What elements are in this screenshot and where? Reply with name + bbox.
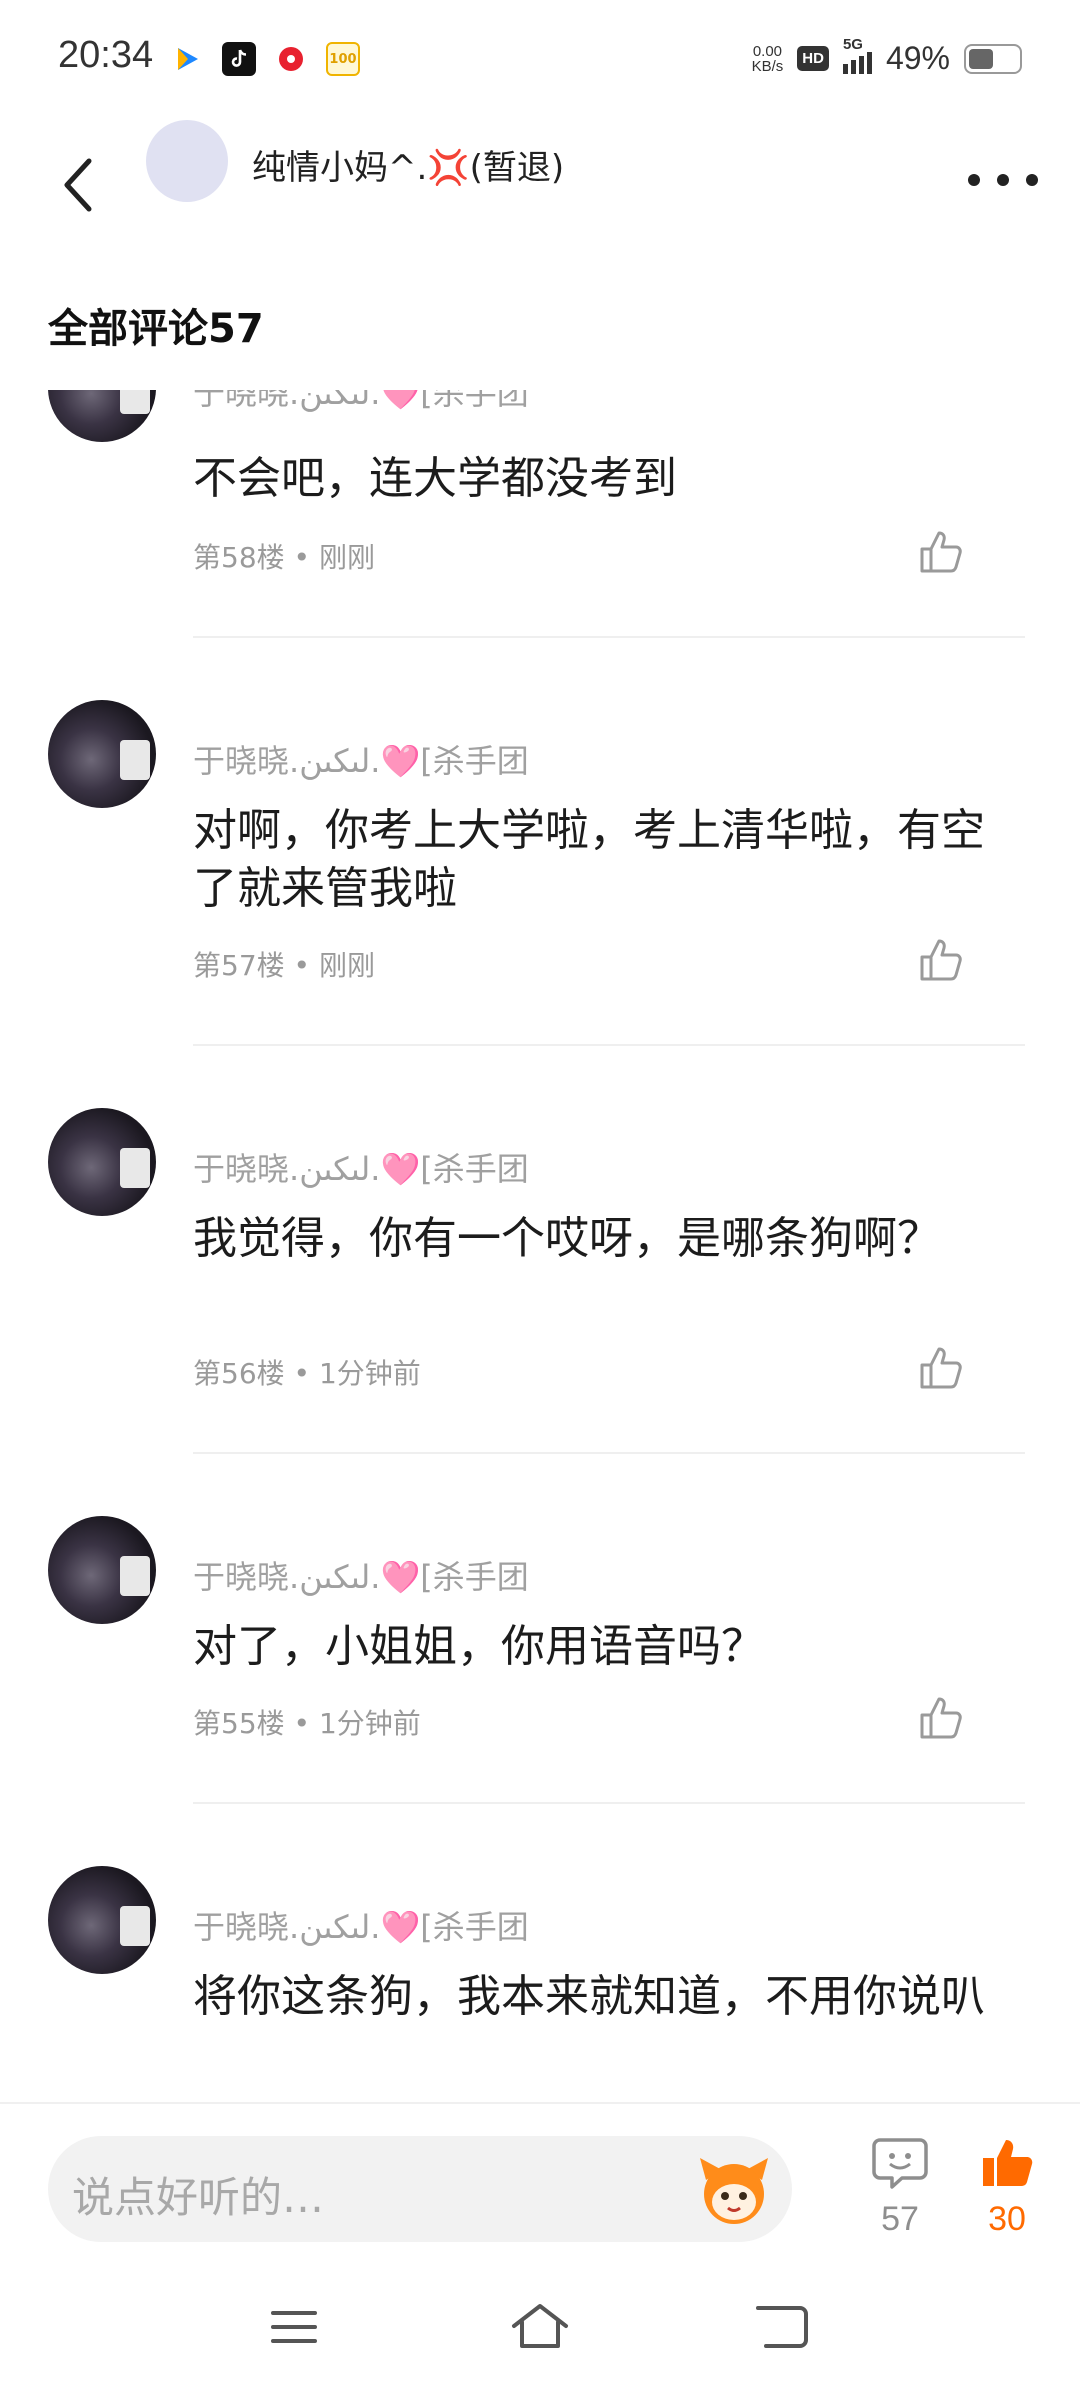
comment-meta: 第55楼 • 1分钟前 [193, 1707, 421, 1740]
comment-text: 对啊，你考上大学啦，考上清华啦，有空了就来管我啦 [193, 805, 985, 914]
hd-badge: HD [797, 46, 829, 71]
like-button[interactable] [912, 522, 972, 582]
music-app-icon [274, 42, 308, 76]
author-name[interactable]: 纯情小妈^.💢(暂退) [252, 140, 564, 189]
battery-percent: 49% [885, 40, 950, 76]
commenter-name[interactable]: 于晓晓.لىكىن.🩷[杀手团 [193, 390, 529, 414]
comment-meta: 第57楼 • 刚刚 [193, 949, 375, 982]
menu-icon [271, 2311, 317, 2343]
input-placeholder: 说点好听的… [72, 2173, 325, 2222]
divider [193, 636, 1025, 638]
like-count: 30 [988, 2200, 1026, 2238]
commenter-avatar[interactable] [48, 1866, 156, 1974]
post-like-button[interactable]: 30 [972, 2136, 1042, 2239]
comment-text: 我觉得，你有一个哎呀，是哪条狗啊？ [193, 1213, 941, 1264]
back-arrow-icon [64, 158, 92, 212]
status-bar: 20:34 100 0.00 KB/s HD 5G 49% [0, 0, 1080, 120]
dot-icon [1026, 174, 1038, 186]
commenter-name[interactable]: 于晓晓.لىكىن.🩷[杀手团 [193, 1552, 529, 1598]
commenter-avatar[interactable] [48, 1516, 156, 1624]
post-header: 纯情小妈^.💢(暂退) [0, 120, 1080, 270]
commenter-avatar[interactable] [48, 390, 156, 442]
status-time: 20:34 [58, 34, 154, 76]
comment-count: 57 [881, 2200, 919, 2238]
like-button[interactable] [912, 930, 972, 990]
home-button[interactable] [500, 2292, 580, 2362]
like-button[interactable] [912, 1688, 972, 1748]
commenter-name[interactable]: 于晓晓.لىكىن.🩷[杀手团 [193, 1902, 529, 1948]
notification-icons: 100 [170, 42, 360, 76]
mascot-emoji-icon[interactable] [694, 2150, 774, 2230]
comment-text: 将你这条狗，我本来就知道，不用你说叭 [193, 1971, 985, 2022]
divider [193, 1802, 1025, 1804]
commenter-name[interactable]: 于晓晓.لىكىن.🩷[杀手团 [193, 1144, 529, 1190]
back-button[interactable] [48, 140, 108, 230]
thumbs-up-filled-icon [983, 2140, 1033, 2186]
divider [193, 1452, 1025, 1454]
signal-icon: 5G [842, 36, 872, 74]
home-icon [512, 2304, 568, 2348]
thumbs-up-icon [920, 531, 962, 573]
system-navigation-bar [0, 2262, 1080, 2400]
comment-text: 对了，小姐姐，你用语音吗？ [193, 1621, 765, 1672]
menu-button[interactable] [254, 2292, 334, 2362]
divider [193, 1044, 1025, 1046]
commenter-avatar[interactable] [48, 700, 156, 808]
app-100-icon: 100 [326, 42, 360, 76]
dot-icon [997, 174, 1009, 186]
thumbs-up-icon [920, 1347, 962, 1389]
commenter-name[interactable]: 于晓晓.لىكىن.🩷[杀手团 [193, 736, 529, 782]
comment-input-bar: 说点好听的… 57 30 [0, 2102, 1080, 2262]
net-speed: 0.00 KB/s [751, 42, 784, 75]
comment-bubble-icon [872, 2138, 928, 2189]
comment-list[interactable]: 于晓晓.لىكىن.🩷[杀手团 不会吧，连大学都没考到 第58楼 • 刚刚 于晓… [0, 390, 1080, 2102]
return-icon [756, 2306, 808, 2348]
comments-button[interactable]: 57 [868, 2136, 932, 2239]
commenter-avatar[interactable] [48, 1108, 156, 1216]
back-nav-button[interactable] [742, 2292, 822, 2362]
tiktok-icon [222, 42, 256, 76]
dot-icon [968, 174, 980, 186]
comment-input[interactable]: 说点好听的… [48, 2136, 792, 2242]
thumbs-up-icon [920, 939, 962, 981]
battery-icon [964, 43, 1022, 74]
comments-count-title: 全部评论57 [48, 306, 264, 352]
comment-text: 不会吧，连大学都没考到 [193, 453, 677, 504]
thumbs-up-icon [920, 1697, 962, 1739]
author-avatar[interactable] [146, 120, 228, 202]
like-button[interactable] [912, 1338, 972, 1398]
comment-meta: 第56楼 • 1分钟前 [193, 1357, 421, 1390]
video-app-icon [170, 42, 204, 76]
more-options-button[interactable] [968, 150, 1038, 210]
comment-meta: 第58楼 • 刚刚 [193, 541, 375, 574]
